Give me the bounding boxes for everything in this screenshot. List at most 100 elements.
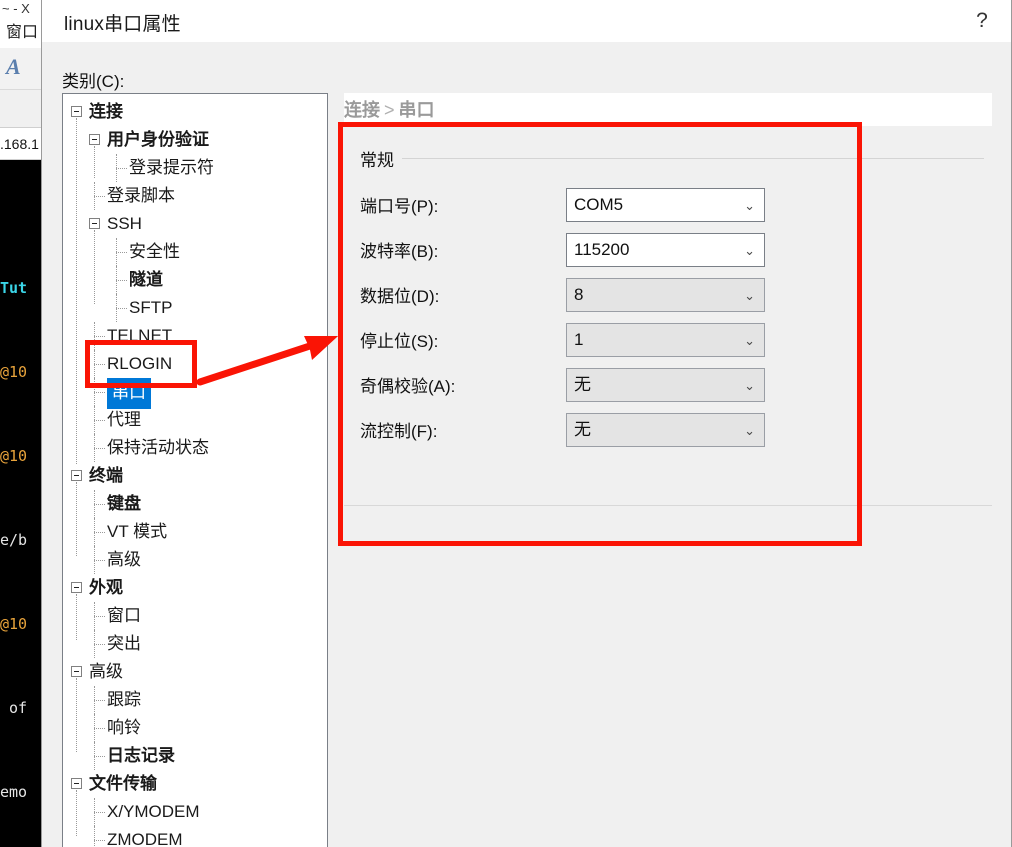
tree-item-23[interactable]: 日志记录 — [63, 742, 327, 770]
screen-root: ~ - X 窗口 A .168.1 Tut @10 @10 e/b @10 of… — [0, 0, 1012, 847]
tree-item-label: 日志记录 — [107, 746, 175, 765]
tree-expander-collapse-icon[interactable] — [71, 582, 82, 593]
tree-item-19[interactable]: 突出 — [63, 630, 327, 658]
tree-connector — [94, 448, 105, 449]
tree-item-label: 键盘 — [107, 494, 141, 513]
form-row-3: 停止位(S): 1 ⌄ — [360, 323, 980, 357]
form-row-4: 奇偶校验(A): 无 ⌄ — [360, 368, 980, 402]
tree-item-10[interactable]: 串口 — [63, 378, 327, 409]
terminal-line: Tut — [0, 279, 28, 297]
background-terminal[interactable]: Tut @10 @10 e/b @10 of emo emo sk_ @10 :… — [0, 160, 44, 847]
chevron-down-icon[interactable]: ⌄ — [744, 279, 755, 311]
combobox-1[interactable]: 115200 ⌄ — [566, 233, 765, 267]
chevron-down-icon[interactable]: ⌄ — [744, 324, 755, 356]
tree-item-13[interactable]: 终端 — [63, 462, 327, 490]
tree-item-8[interactable]: TELNET — [63, 322, 327, 350]
tree-item-label: 突出 — [107, 634, 141, 653]
tree-connector — [116, 294, 117, 322]
tree-item-12[interactable]: 保持活动状态 — [63, 434, 327, 462]
tree-connector — [94, 434, 95, 462]
form-row-5: 流控制(F): 无 ⌄ — [360, 413, 980, 447]
tree-item-2[interactable]: 登录提示符 — [63, 154, 327, 182]
tree-item-5[interactable]: 安全性 — [63, 238, 327, 266]
tree-item-9[interactable]: RLOGIN — [63, 350, 327, 378]
tree-connector — [94, 406, 95, 434]
background-address-bar[interactable]: .168.1 — [0, 128, 44, 160]
combobox-value: 115200 — [574, 240, 630, 259]
dialog-title: linux串口属性 — [64, 14, 181, 35]
tree-expander-collapse-icon[interactable] — [89, 134, 100, 145]
category-label: 类别(C): — [62, 72, 125, 91]
combobox-4: 无 ⌄ — [566, 368, 765, 402]
tree-item-24[interactable]: 文件传输 — [63, 770, 327, 798]
tree-connector — [94, 560, 105, 561]
chevron-down-icon[interactable]: ⌄ — [744, 189, 755, 221]
tree-item-label: 用户身份验证 — [107, 130, 209, 149]
tree-connector — [94, 714, 95, 742]
tree-item-16[interactable]: 高级 — [63, 546, 327, 574]
combobox-value: 8 — [574, 285, 584, 304]
tree-expander-collapse-icon[interactable] — [89, 218, 100, 229]
terminal-line: @10 — [0, 447, 28, 465]
tree-expander-collapse-icon[interactable] — [71, 666, 82, 677]
tree-connector — [94, 630, 95, 658]
tree-item-18[interactable]: 窗口 — [63, 602, 327, 630]
tree-connector — [94, 518, 95, 546]
category-tree[interactable]: 连接用户身份验证登录提示符 登录脚本 SSH 安全性隧道 SFTP TELNET RLOGI… — [62, 93, 328, 847]
tree-expander-collapse-icon[interactable] — [71, 470, 82, 481]
terminal-line: @10 — [0, 615, 28, 633]
tree-item-26[interactable]: ZMODEM — [63, 826, 327, 847]
tree-connector — [116, 252, 127, 253]
tree-item-label: 响铃 — [107, 718, 141, 737]
combobox-0[interactable]: COM5 ⌄ — [566, 188, 765, 222]
combobox-3: 1 ⌄ — [566, 323, 765, 357]
tree-expander-collapse-icon[interactable] — [71, 778, 82, 789]
chevron-down-icon[interactable]: ⌄ — [744, 369, 755, 401]
field-label: 端口号(P): — [360, 197, 439, 216]
form-row-1: 波特率(B): 115200 ⌄ — [360, 233, 980, 267]
background-menu-window[interactable]: 窗口 — [0, 18, 44, 48]
tree-item-14[interactable]: 键盘 — [63, 490, 327, 518]
tree-item-3[interactable]: 登录脚本 — [63, 182, 327, 210]
tree-item-1[interactable]: 用户身份验证 — [63, 126, 327, 154]
tree-item-15[interactable]: VT 模式 — [63, 518, 327, 546]
tree-item-label: SSH — [107, 214, 142, 233]
tree-connector — [94, 840, 105, 841]
tree-connector — [94, 700, 105, 701]
tree-item-7[interactable]: SFTP — [63, 294, 327, 322]
chevron-down-icon[interactable]: ⌄ — [744, 414, 755, 446]
tree-expander-collapse-icon[interactable] — [71, 106, 82, 117]
tree-item-21[interactable]: 跟踪 — [63, 686, 327, 714]
terminal-line: e/b — [0, 531, 28, 549]
tree-item-11[interactable]: 代理 — [63, 406, 327, 434]
tree-item-20[interactable]: 高级 — [63, 658, 327, 686]
tree-item-25[interactable]: X/YMODEM — [63, 798, 327, 826]
tree-connector — [116, 238, 117, 266]
tree-connector — [94, 798, 95, 826]
serial-port-properties-dialog: linux串口属性 ? 类别(C): 连接用户身份验证登录提示符 登录脚本 SSH 安… — [41, 0, 1012, 847]
tree-item-17[interactable]: 外观 — [63, 574, 327, 602]
tree-item-6[interactable]: 隧道 — [63, 266, 327, 294]
tree-connector — [76, 678, 77, 752]
field-label: 数据位(D): — [360, 287, 440, 306]
tree-connector — [94, 686, 95, 714]
tree-item-label: RLOGIN — [107, 354, 173, 373]
chevron-down-icon[interactable]: ⌄ — [744, 234, 755, 266]
help-icon[interactable]: ? — [965, 4, 999, 36]
tree-item-label: X/YMODEM — [107, 802, 200, 821]
tree-item-0[interactable]: 连接 — [63, 98, 327, 126]
tree-item-label: 文件传输 — [89, 774, 157, 793]
tree-connector — [94, 826, 95, 847]
tree-connector — [94, 420, 105, 421]
font-icon[interactable]: A — [6, 54, 21, 80]
tree-connector — [94, 196, 105, 197]
tree-item-4[interactable]: SSH — [63, 210, 327, 238]
dialog-titlebar[interactable]: linux串口属性 ? — [42, 0, 1011, 42]
dialog-body: 类别(C): 连接用户身份验证登录提示符 登录脚本 SSH 安全性隧道 SFTP TELN… — [42, 42, 1011, 847]
tree-connector — [94, 350, 95, 378]
tree-item-label: 安全性 — [129, 242, 180, 261]
tree-item-22[interactable]: 响铃 — [63, 714, 327, 742]
combobox-value: 无 — [574, 375, 591, 394]
tree-item-label: 保持活动状态 — [107, 438, 209, 457]
combobox-5: 无 ⌄ — [566, 413, 765, 447]
